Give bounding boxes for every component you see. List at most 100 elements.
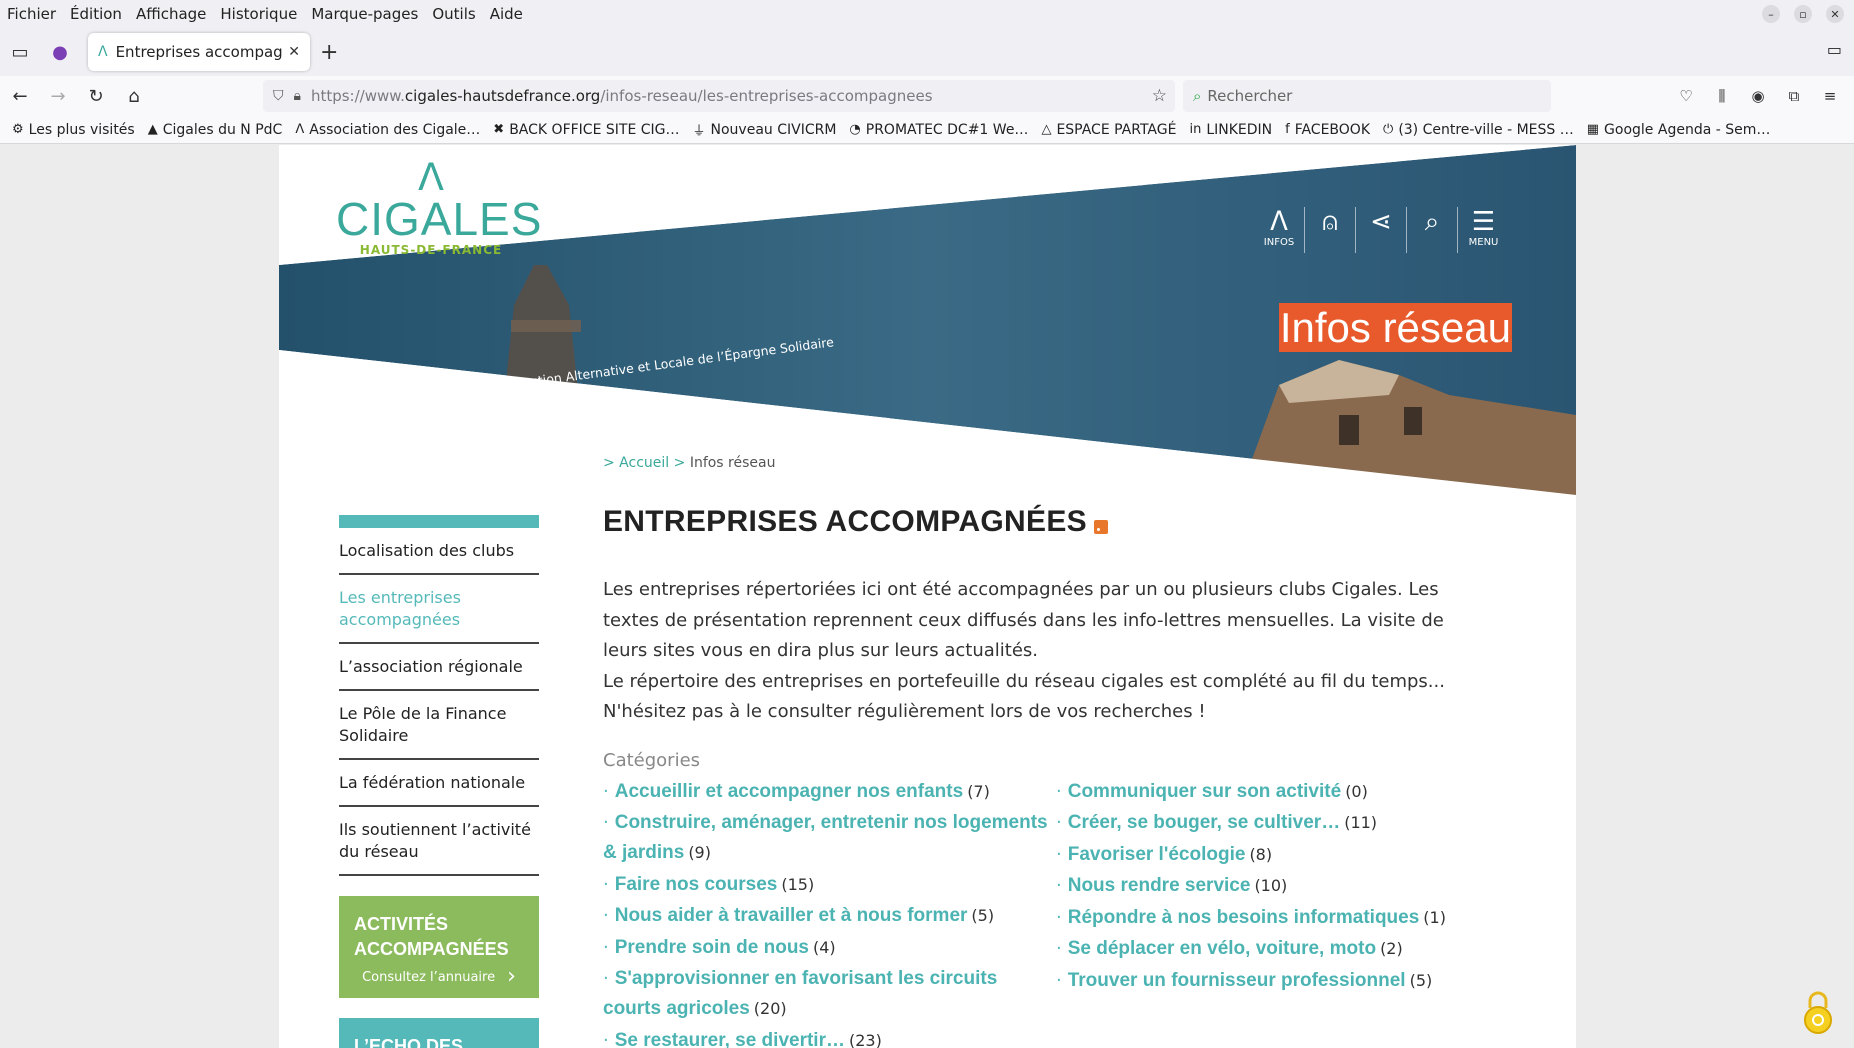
bookmark-item[interactable]: ᐱ Association des Cigale… <box>295 122 480 138</box>
bookmark-item[interactable]: in LINKEDIN <box>1189 122 1272 138</box>
bookmark-item[interactable]: ▦ Google Agenda - Sem… <box>1587 122 1771 138</box>
bullet-icon: · <box>603 812 609 833</box>
menu-affichage[interactable]: Affichage <box>136 5 206 23</box>
bookmark-label: Google Agenda - Sem… <box>1604 121 1771 138</box>
category-link[interactable]: Répondre à nos besoins informatiques <box>1068 907 1420 928</box>
sidebar-item[interactable]: Les entreprises accompagnées <box>339 575 539 644</box>
categories-list: · Accueillir et accompagner nos enfants (7… <box>603 777 1503 1048</box>
app-menu-icon[interactable]: ≡ <box>1812 80 1848 112</box>
pocket-icon[interactable]: ♡ <box>1668 80 1704 112</box>
category-link[interactable]: Se restaurer, se divertir… <box>615 1030 845 1048</box>
list-all-tabs-icon[interactable]: ▭ <box>1827 40 1842 59</box>
bookmark-star-icon[interactable]: ☆ <box>1152 86 1167 106</box>
reload-icon[interactable]: ↻ <box>78 80 114 112</box>
header-share-button[interactable]: ⋖ <box>1356 207 1407 253</box>
header-menu-button[interactable]: ☰ MENU <box>1458 207 1509 253</box>
category-link[interactable]: Construire, aménager, entretenir nos log… <box>603 812 1048 863</box>
bookmark-item[interactable]: ✖ BACK OFFICE SITE CIG… <box>493 122 679 138</box>
active-tab[interactable]: ᐱ Entreprises accompagné ✕ <box>88 33 310 71</box>
sidebar-item[interactable]: Localisation des clubs <box>339 528 539 575</box>
url-bar[interactable]: ⛉ 🔒︎ https://www. cigales-hautsdefrance.o… <box>263 80 1175 112</box>
shield-icon[interactable]: ⛉ <box>273 88 284 104</box>
bullet-icon: · <box>1056 906 1062 928</box>
bookmark-label: FACEBOOK <box>1294 121 1371 138</box>
menu-icon: ☰ <box>1471 207 1496 237</box>
extensions-icon[interactable]: ⧉ <box>1776 80 1812 112</box>
intro-paragraph-1: Les entreprises répertoriées ici ont été… <box>603 579 1444 661</box>
back-icon[interactable]: ← <box>2 80 38 112</box>
activites-box[interactable]: ACTIVITÉS ACCOMPAGNÉES Consultez l’annua… <box>339 896 539 998</box>
cigales-logo-icon: ᐱ <box>418 155 444 199</box>
account-icon[interactable]: ◉ <box>1740 80 1776 112</box>
bullet-icon: · <box>1056 780 1062 802</box>
cigales-icon: ᐱ <box>295 122 305 137</box>
menu-aide[interactable]: Aide <box>490 5 523 23</box>
category-link[interactable]: Nous rendre service <box>1068 875 1251 896</box>
category-link[interactable]: S'approvisionner en favorisant les circu… <box>603 968 997 1019</box>
sidebar-item[interactable]: La fédération nationale <box>339 760 539 807</box>
search-bar[interactable]: ⌕ Rechercher <box>1183 80 1551 112</box>
tab-overview-icon[interactable]: ▭ <box>0 32 40 72</box>
url-path: /infos-reseau/les-entreprises-accompagne… <box>600 87 933 105</box>
category-count: (0) <box>1345 781 1368 801</box>
extension-icon[interactable]: ● <box>40 32 80 72</box>
menu-historique[interactable]: Historique <box>220 5 297 23</box>
sidebar-item[interactable]: Ils soutiennent l’activité du réseau <box>339 807 539 876</box>
menu-fichier[interactable]: Fichier <box>7 5 56 23</box>
category-link[interactable]: Communiquer sur son activité <box>1068 781 1341 802</box>
category-link[interactable]: Prendre soin de nous <box>615 937 809 958</box>
header-user-button[interactable]: ⍝ <box>1305 207 1356 253</box>
header-icon-label: INFOS <box>1263 237 1295 248</box>
category-link[interactable]: Nous aider à travailler et à nous former <box>615 905 968 926</box>
bookmark-item[interactable]: ⚙ Les plus visités <box>12 122 135 138</box>
bookmark-item[interactable]: f FACEBOOK <box>1285 122 1370 138</box>
tab-close-icon[interactable]: ✕ <box>288 44 300 60</box>
header-search-button[interactable]: ⌕ <box>1407 207 1458 253</box>
rss-icon[interactable] <box>1093 520 1108 534</box>
categories-left-column: · Accueillir et accompagner nos enfants (7… <box>603 777 1056 1048</box>
category-link[interactable]: Accueillir et accompagner nos enfants <box>615 781 963 802</box>
sidebar-item[interactable]: Le Pôle de la Finance Solidaire <box>339 691 539 760</box>
close-window-icon[interactable]: ✕ <box>1826 5 1844 23</box>
search-engine-icon: ⌕ <box>1193 87 1202 105</box>
category-link[interactable]: Se déplacer en vélo, voiture, moto <box>1068 938 1376 959</box>
bookmark-item[interactable]: △ ESPACE PARTAGÉ <box>1041 122 1176 138</box>
web-page: ᐱ CIGALES HAUTS-DE-FRANCE Club d’Investi… <box>0 145 1854 1048</box>
sidebar-item[interactable]: L’association régionale <box>339 644 539 691</box>
menu-outils[interactable]: Outils <box>432 5 475 23</box>
activites-box-link[interactable]: Consultez l’annuaire › <box>354 966 524 988</box>
lock-badge-icon[interactable] <box>1801 990 1835 1034</box>
cigales-icon: ▲ <box>147 122 158 137</box>
joomla-icon: ✖ <box>493 122 505 137</box>
bullet-icon: · <box>1056 938 1062 959</box>
forward-icon[interactable]: → <box>40 80 76 112</box>
menu-marque-pages[interactable]: Marque-pages <box>311 5 418 23</box>
breadcrumb-home[interactable]: > Accueil <box>603 455 669 471</box>
library-icon[interactable]: ⫼ <box>1704 80 1740 112</box>
categories-title: Catégories <box>603 749 701 771</box>
minimize-icon[interactable]: – <box>1762 5 1780 23</box>
bookmark-item[interactable]: ◔ PROMATEC DC#1 We… <box>849 122 1028 138</box>
bookmark-item[interactable]: ⏚ Nouveau CIVICRM <box>693 120 837 140</box>
category-link[interactable]: Favoriser l'écologie <box>1068 844 1246 865</box>
maximize-icon[interactable]: ▫ <box>1794 5 1812 23</box>
home-icon[interactable]: ⌂ <box>116 80 152 112</box>
lock-icon[interactable]: 🔒︎ <box>294 88 301 104</box>
toolbar-right: ♡ ⫼ ◉ ⧉ ≡ <box>1668 80 1848 112</box>
bookmark-label: Cigales du N PdC <box>162 121 283 138</box>
category-link[interactable]: Créer, se bouger, se cultiver… <box>1068 812 1340 833</box>
category-link[interactable]: Faire nos courses <box>615 874 778 895</box>
category-count: (2) <box>1380 939 1403 958</box>
header-infos-button[interactable]: ᐱ INFOS <box>1254 207 1305 253</box>
category-link[interactable]: Trouver un fournisseur professionnel <box>1068 970 1406 991</box>
site-logo[interactable]: ᐱ CIGALES HAUTS-DE-FRANCE <box>336 155 541 257</box>
echo-box[interactable]: L’ECHO DES <box>339 1018 539 1048</box>
bookmark-item[interactable]: ⏻ (3) Centre-ville - MESS … <box>1383 122 1574 138</box>
menu-edition[interactable]: Édition <box>70 5 122 23</box>
linkedin-icon: in <box>1189 122 1202 137</box>
window-controls: – ▫ ✕ <box>1762 5 1844 23</box>
category-count: (15) <box>781 874 815 894</box>
bookmark-item[interactable]: ▲ Cigales du N PdC <box>148 122 283 138</box>
search-placeholder: Rechercher <box>1207 87 1293 105</box>
new-tab-icon[interactable]: + <box>320 40 338 65</box>
